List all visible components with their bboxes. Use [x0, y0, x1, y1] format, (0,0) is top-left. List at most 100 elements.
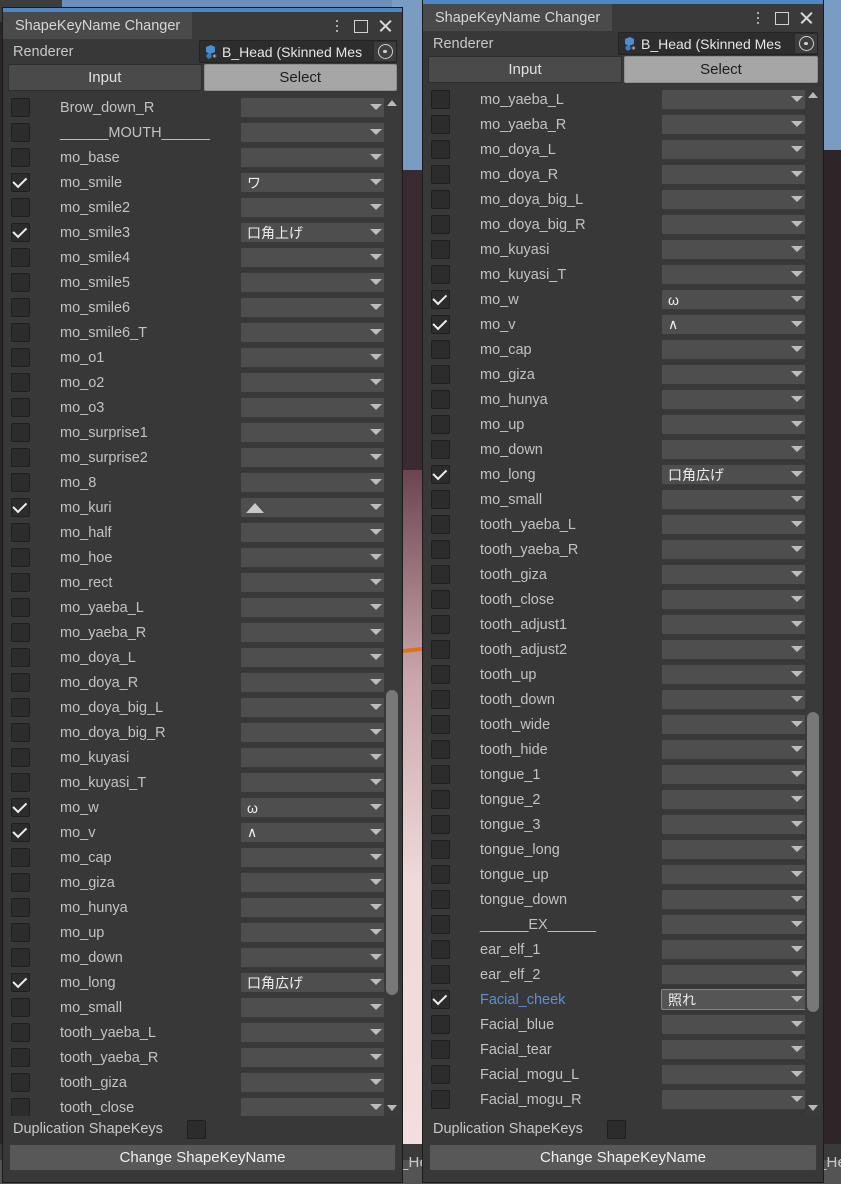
shapekey-row[interactable]: ______MOUTH______	[8, 120, 402, 145]
shapekey-row[interactable]: mo_long 口角広げ	[8, 970, 402, 995]
shapekey-name-dropdown[interactable]: ∧	[240, 822, 390, 843]
shapekey-name-dropdown[interactable]	[240, 697, 390, 718]
shapekey-name-dropdown[interactable]	[240, 97, 390, 118]
shapekey-name-dropdown[interactable]: 口角広げ	[240, 972, 390, 993]
shapekey-name-dropdown[interactable]	[661, 939, 811, 960]
change-shapekeyname-button[interactable]: Change ShapeKeyName	[9, 1144, 396, 1171]
shapekey-row[interactable]: mo_v ∧	[428, 312, 823, 337]
shapekey-checkbox[interactable]	[11, 423, 30, 442]
shapekey-row[interactable]: mo_yaeba_L	[428, 87, 823, 112]
shapekey-name-dropdown[interactable]	[661, 814, 811, 835]
shapekey-checkbox[interactable]	[11, 1073, 30, 1092]
scroll-down-arrow-icon[interactable]	[807, 1102, 819, 1114]
shapekey-checkbox[interactable]	[431, 840, 450, 859]
shapekey-row[interactable]: tooth_adjust1	[428, 612, 823, 637]
shapekey-checkbox[interactable]	[431, 240, 450, 259]
shapekey-name-dropdown[interactable]	[240, 647, 390, 668]
shapekey-row[interactable]: Facial_cheek 照れ	[428, 987, 823, 1012]
shapekey-row[interactable]: mo_rect	[8, 570, 402, 595]
shapekey-row[interactable]: Brow_down_R	[8, 95, 402, 120]
shapekey-checkbox[interactable]	[11, 497, 30, 517]
shapekey-checkbox[interactable]	[11, 248, 30, 267]
shapekey-row[interactable]: tooth_yaeba_L	[428, 512, 823, 537]
shapekey-name-dropdown[interactable]	[661, 389, 811, 410]
shapekey-checkbox[interactable]	[11, 198, 30, 217]
shapekey-row[interactable]: tongue_1	[428, 762, 823, 787]
shapekey-row[interactable]: mo_half	[8, 520, 402, 545]
window-titlebar[interactable]: ShapeKeyName Changer	[3, 12, 402, 39]
maximize-icon[interactable]	[771, 8, 793, 28]
shapekey-row[interactable]: mo_doya_big_R	[428, 212, 823, 237]
shapekey-name-dropdown[interactable]: ω	[661, 289, 811, 310]
shapekey-checkbox[interactable]	[431, 940, 450, 959]
shapekey-checkbox[interactable]	[431, 715, 450, 734]
shapekey-row[interactable]: tooth_hide	[428, 737, 823, 762]
shapekey-name-dropdown[interactable]	[240, 422, 390, 443]
change-shapekeyname-button[interactable]: Change ShapeKeyName	[429, 1144, 817, 1171]
shapekey-name-dropdown[interactable]	[661, 739, 811, 760]
shapekey-checkbox[interactable]	[11, 222, 30, 242]
shapekey-name-dropdown[interactable]: 口角広げ	[661, 464, 811, 485]
shapekey-checkbox[interactable]	[431, 965, 450, 984]
shapekey-checkbox[interactable]	[11, 548, 30, 567]
shapekey-row[interactable]: mo_o2	[8, 370, 402, 395]
shapekey-list-viewport[interactable]: Brow_down_R ______MOUTH______ mo_base mo_sm…	[8, 95, 402, 1116]
shapekey-checkbox[interactable]	[11, 797, 30, 817]
shapekey-checkbox[interactable]	[431, 640, 450, 659]
shapekey-checkbox[interactable]	[431, 415, 450, 434]
shapekey-row[interactable]: mo_small	[428, 487, 823, 512]
shapekey-row[interactable]: mo_doya_R	[8, 670, 402, 695]
shapekey-row[interactable]: mo_doya_big_R	[8, 720, 402, 745]
shapekey-name-dropdown[interactable]	[661, 914, 811, 935]
kebab-menu-icon[interactable]	[747, 8, 769, 28]
shapekey-name-dropdown[interactable]	[240, 322, 390, 343]
shapekey-row[interactable]: tooth_close	[8, 1095, 402, 1116]
shapekey-row[interactable]: mo_giza	[8, 870, 402, 895]
shapekey-row[interactable]: mo_smile2	[8, 195, 402, 220]
shapekey-name-dropdown[interactable]	[661, 789, 811, 810]
shapekey-name-dropdown[interactable]	[661, 139, 811, 160]
scrollbar-thumb[interactable]	[807, 712, 819, 1012]
shapekey-row[interactable]: mo_doya_big_L	[428, 187, 823, 212]
shapekey-name-dropdown[interactable]	[661, 414, 811, 435]
shapekey-checkbox[interactable]	[431, 890, 450, 909]
shapekey-row[interactable]: tongue_3	[428, 812, 823, 837]
shapekey-row[interactable]: mo_up	[8, 920, 402, 945]
shapekey-name-dropdown[interactable]	[240, 597, 390, 618]
shapekey-checkbox[interactable]	[431, 1065, 450, 1084]
shapekey-checkbox[interactable]	[431, 340, 450, 359]
kebab-menu-icon[interactable]	[326, 16, 348, 36]
shapekey-checkbox[interactable]	[431, 865, 450, 884]
shapekey-row[interactable]: mo_yaeba_R	[428, 112, 823, 137]
shapekey-row[interactable]: mo_hunya	[428, 387, 823, 412]
shapekey-row[interactable]: mo_down	[428, 437, 823, 462]
shapekey-checkbox[interactable]	[431, 740, 450, 759]
shapekey-row[interactable]: tooth_adjust2	[428, 637, 823, 662]
shapekey-name-dropdown[interactable]: ワ	[240, 172, 390, 193]
tab-input[interactable]: Input	[8, 64, 202, 91]
duplication-checkbox[interactable]	[606, 1119, 626, 1139]
shapekey-row[interactable]: mo_kuyasi_T	[428, 262, 823, 287]
shapekey-checkbox[interactable]	[431, 140, 450, 159]
shapekey-name-dropdown[interactable]	[240, 872, 390, 893]
shapekey-checkbox[interactable]	[431, 765, 450, 784]
shapekey-row[interactable]: mo_v ∧	[8, 820, 402, 845]
shapekey-row[interactable]: mo_smile3 口角上げ	[8, 220, 402, 245]
shapekey-name-dropdown[interactable]	[661, 539, 811, 560]
shapekey-name-dropdown[interactable]	[240, 272, 390, 293]
close-icon[interactable]	[374, 16, 396, 36]
shapekey-checkbox[interactable]	[431, 540, 450, 559]
shapekey-name-dropdown[interactable]	[240, 197, 390, 218]
shapekey-name-dropdown[interactable]	[661, 264, 811, 285]
shapekey-checkbox[interactable]	[11, 848, 30, 867]
shapekey-checkbox[interactable]	[431, 915, 450, 934]
scroll-down-arrow-icon[interactable]	[386, 1102, 398, 1114]
shapekey-name-dropdown[interactable]	[661, 239, 811, 260]
shapekey-name-dropdown[interactable]	[661, 839, 811, 860]
shapekey-row[interactable]: tooth_down	[428, 687, 823, 712]
shapekey-checkbox[interactable]	[431, 665, 450, 684]
list-scrollbar[interactable]	[384, 95, 400, 1116]
shapekey-row[interactable]: mo_smile5	[8, 270, 402, 295]
shapekey-row[interactable]: mo_kuyasi	[8, 745, 402, 770]
shapekey-checkbox[interactable]	[431, 1040, 450, 1059]
